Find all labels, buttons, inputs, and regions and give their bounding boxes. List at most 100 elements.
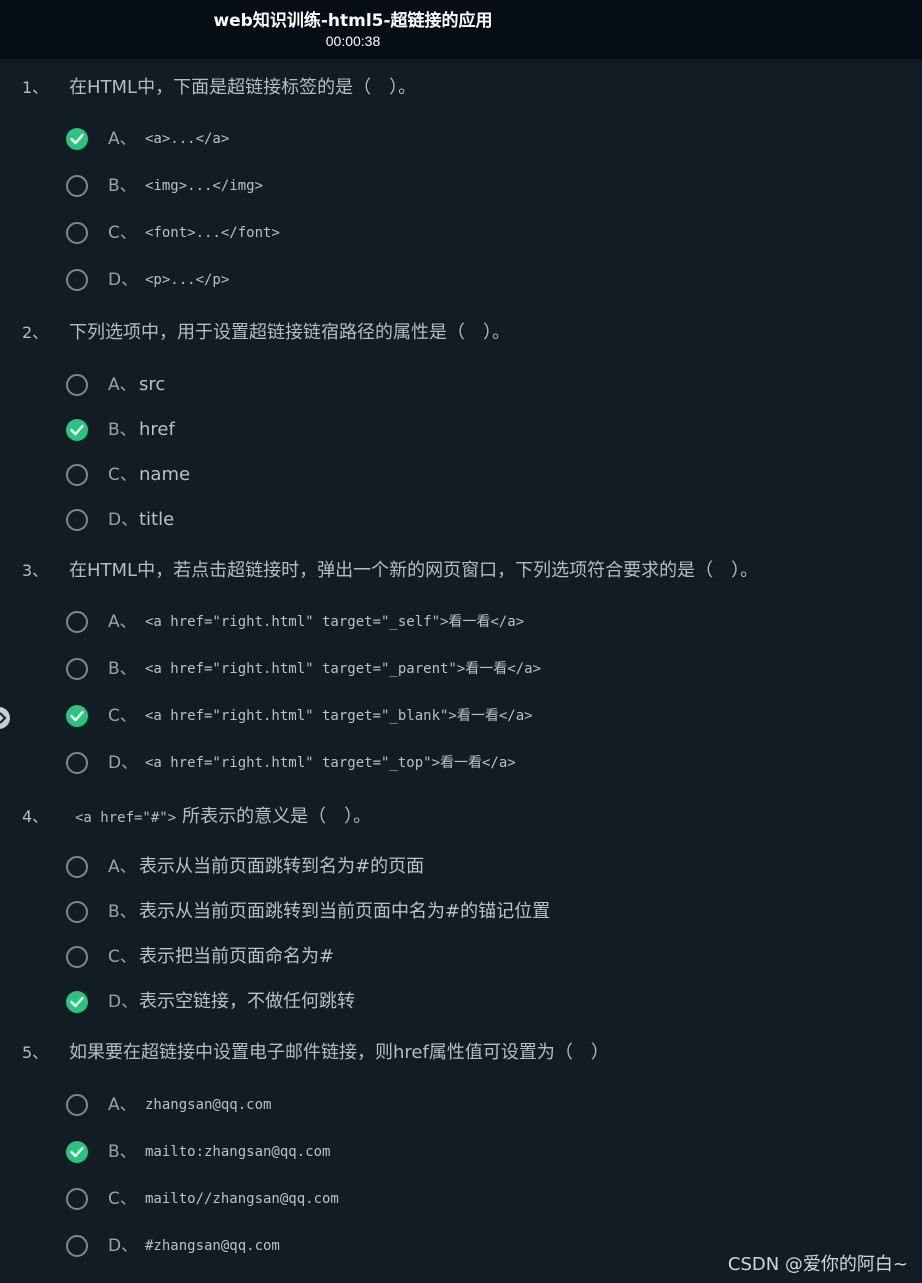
radio-button[interactable] [66,752,88,774]
option-text: 表示把当前页面命名为# [139,946,335,967]
option-text: <a href="right.html" target="_blank">看一看… [145,708,533,724]
option-text: title [139,509,175,530]
q4-option-b[interactable]: B、 表示从当前页面跳转到当前页面中名为#的锚记位置 [66,899,766,925]
radio-button[interactable] [66,374,88,396]
radio-button-checked[interactable] [66,991,88,1013]
option-text: mailto:zhangsan@qq.com [145,1144,331,1160]
option-letter: A、 [108,375,137,395]
check-icon [70,710,84,722]
q5-option-a[interactable]: A、 zhangsan@qq.com [66,1092,766,1118]
question-number: 4、 [22,807,49,826]
radio-button-checked[interactable] [66,128,88,150]
q4-option-a[interactable]: A、 表示从当前页面跳转到名为#的页面 [66,854,766,880]
radio-button[interactable] [66,1188,88,1210]
option-letter: D、 [108,992,139,1012]
option-letter: C、 [108,465,137,485]
q4-option-d[interactable]: D、 表示空链接，不做任何跳转 [66,989,766,1015]
radio-button[interactable] [66,222,88,244]
question-text: 如果要在超链接中设置电子邮件链接，则href属性值可设置为（ ） [69,1042,609,1063]
option-text: <p>...</p> [145,272,230,288]
question-code: <a href="#"> [75,810,177,826]
radio-button[interactable] [66,658,88,680]
question-5: 5、 如果要在超链接中设置电子邮件链接，则href属性值可设置为（ ） [0,1038,922,1068]
option-letter: A、 [108,612,137,632]
radio-button[interactable] [66,901,88,923]
option-letter: D、 [108,1236,139,1256]
option-letter: B、 [108,420,137,440]
check-icon [70,1146,84,1158]
option-text: #zhangsan@qq.com [145,1238,280,1254]
option-text: <a href="right.html" target="_self">看一看<… [145,614,525,630]
option-text: src [139,374,166,395]
q4-option-c[interactable]: C、 表示把当前页面命名为# [66,944,766,970]
option-letter: D、 [108,753,139,773]
q3-option-b[interactable]: B、 <a href="right.html" target="_parent"… [66,656,766,682]
radio-button[interactable] [66,611,88,633]
option-text: <img>...</img> [145,178,264,194]
check-icon [70,424,84,436]
option-letter: D、 [108,510,139,530]
option-letter: B、 [108,176,137,196]
q2-option-c[interactable]: C、 name [66,462,766,488]
question-text: <a href="#"> 所表示的意义是（ ）。 [75,802,371,833]
question-3: 3、 在HTML中，若点击超链接时，弹出一个新的网页窗口，下列选项符合要求的是（… [0,556,922,586]
option-text: href [139,419,175,440]
side-collapse-handle[interactable] [0,707,10,729]
q5-option-d[interactable]: D、 #zhangsan@qq.com [66,1233,766,1259]
q3-option-c[interactable]: C、 <a href="right.html" target="_blank">… [66,703,766,729]
option-letter: C、 [108,1189,137,1209]
option-text: mailto//zhangsan@qq.com [145,1191,339,1207]
q1-option-d[interactable]: D、 <p>...</p> [66,267,766,293]
q1-option-c[interactable]: C、 <font>...</font> [66,220,766,246]
timer: 00:00:38 [325,33,381,49]
radio-button[interactable] [66,856,88,878]
watermark: CSDN @爱你的阿白~ [727,1254,908,1275]
radio-button[interactable] [66,509,88,531]
radio-button[interactable] [66,464,88,486]
page-title: web知识训练-html5-超链接的应用 [213,11,493,31]
q2-option-b[interactable]: B、 href [66,417,766,443]
option-letter: C、 [108,947,137,967]
question-number: 1、 [22,78,49,97]
q1-option-b[interactable]: B、 <img>...</img> [66,173,766,199]
option-text: 表示从当前页面跳转到当前页面中名为#的锚记位置 [139,901,551,922]
option-text: <font>...</font> [145,225,280,241]
radio-button[interactable] [66,269,88,291]
option-letter: C、 [108,223,137,243]
radio-button-checked[interactable] [66,1141,88,1163]
radio-button[interactable] [66,1094,88,1116]
option-letter: A、 [108,1095,137,1115]
option-text: <a href="right.html" target="_top">看一看</… [145,755,516,771]
q2-option-d[interactable]: D、 title [66,507,766,533]
q3-option-d[interactable]: D、 <a href="right.html" target="_top">看一… [66,750,766,776]
option-text: zhangsan@qq.com [145,1097,272,1113]
option-letter: A、 [108,857,137,877]
question-4: 4、 <a href="#"> 所表示的意义是（ ）。 [0,802,922,832]
radio-button[interactable] [66,175,88,197]
question-text: 在HTML中，下面是超链接标签的是（ ）。 [69,77,417,98]
option-letter: B、 [108,659,137,679]
radio-button-checked[interactable] [66,419,88,441]
question-number: 2、 [22,323,49,342]
q5-option-c[interactable]: C、 mailto//zhangsan@qq.com [66,1186,766,1212]
q2-option-a[interactable]: A、 src [66,372,766,398]
check-icon [70,133,84,145]
question-1: 1、 在HTML中，下面是超链接标签的是（ ）。 [0,73,922,103]
option-text: <a>...</a> [145,131,230,147]
radio-button[interactable] [66,1235,88,1257]
option-letter: A、 [108,129,137,149]
chevron-right-icon [0,712,7,724]
radio-button[interactable] [66,946,88,968]
option-letter: B、 [108,902,137,922]
question-number: 3、 [22,561,49,580]
option-letter: B、 [108,1142,137,1162]
top-bar: web知识训练-html5-超链接的应用 00:00:38 [0,0,922,59]
q1-option-a[interactable]: A、 <a>...</a> [66,126,766,152]
question-text: 在HTML中，若点击超链接时，弹出一个新的网页窗口，下列选项符合要求的是（ ）。 [69,560,759,581]
q3-option-a[interactable]: A、 <a href="right.html" target="_self">看… [66,609,766,635]
question-text-rest: 所表示的意义是（ ）。 [182,806,372,827]
option-text: name [139,464,191,485]
q5-option-b[interactable]: B、 mailto:zhangsan@qq.com [66,1139,766,1165]
radio-button-checked[interactable] [66,705,88,727]
option-letter: C、 [108,706,137,726]
